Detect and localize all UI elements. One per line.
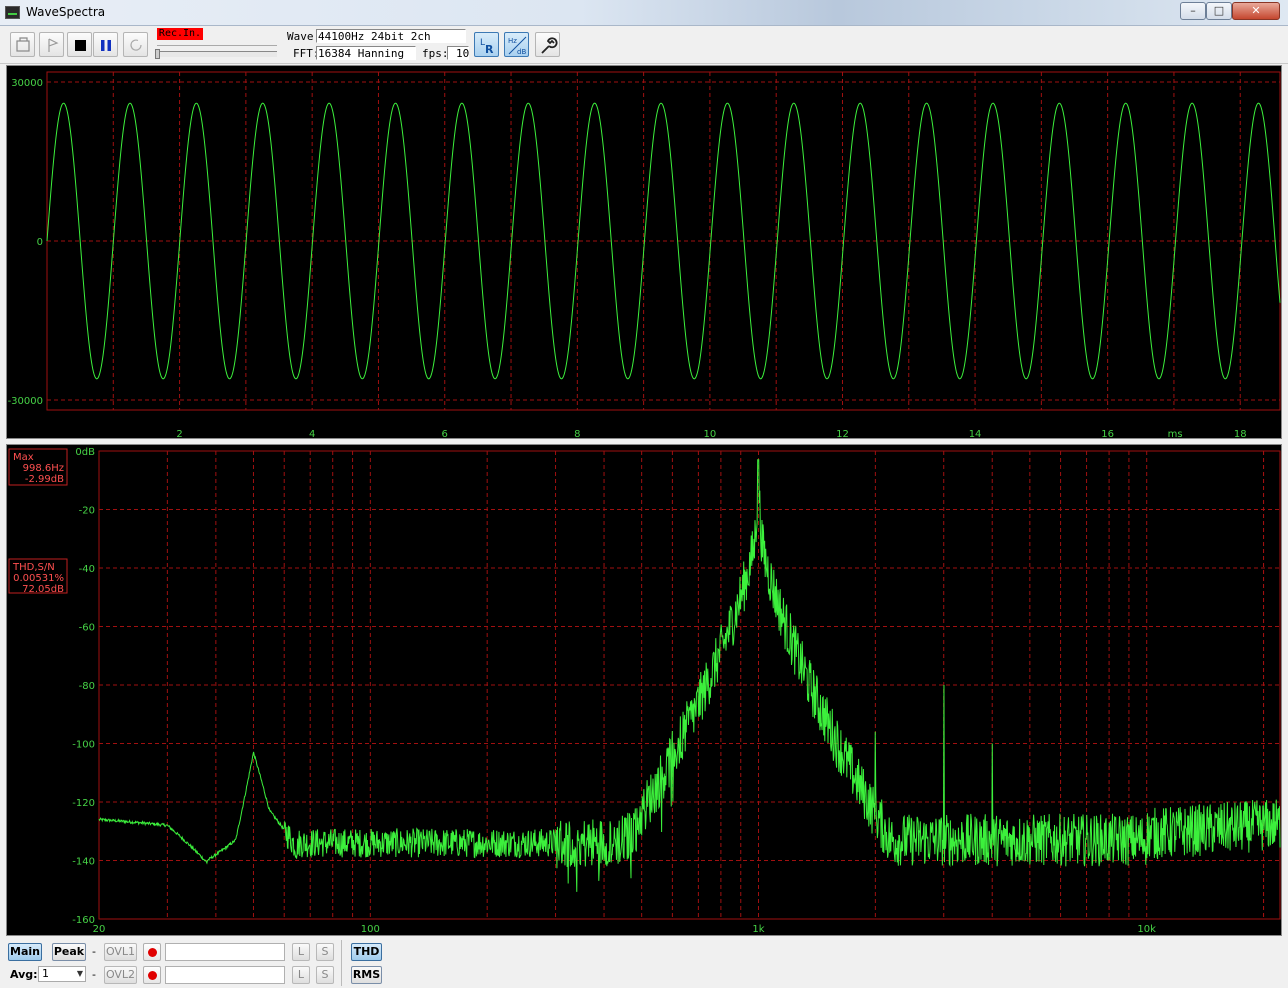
settings-button[interactable] <box>535 32 560 57</box>
main-button[interactable]: Main <box>8 943 42 961</box>
input-level-meter <box>157 45 277 46</box>
spectrum-y-tick-label: 0dB <box>75 447 95 458</box>
avg-value: 1 <box>42 967 49 980</box>
spectrum-x-tick-label: 10k <box>1137 924 1156 935</box>
thd-button[interactable]: THD <box>351 943 382 961</box>
bottom-bar: Main Peak - OVL1 L S Avg: 1 - OVL2 L S T… <box>0 938 1288 988</box>
waveform-y-tick-label: -30000 <box>8 396 43 407</box>
thd-readout-box-line: 0.00531% <box>13 573 64 584</box>
settings-wrench-icon <box>541 37 558 54</box>
title-bar: WaveSpectra – □ ✕ <box>0 0 1288 26</box>
bottom-divider <box>341 940 342 986</box>
fps-value: 10 <box>456 47 470 60</box>
lr-channel-button[interactable]: L R <box>474 32 499 57</box>
loop-icon <box>130 39 142 51</box>
waveform-x-tick-label: 8 <box>574 429 580 438</box>
window-title: WaveSpectra <box>26 5 106 19</box>
spectrum-plot: 20 100 1k 10k0dB-20-40-60-80-100-120-140-16… <box>8 447 1281 935</box>
spectrum-y-tick-label: -120 <box>72 798 95 809</box>
minimize-button[interactable]: – <box>1180 2 1206 20</box>
ovl1-record-icon[interactable] <box>143 943 161 961</box>
spectrum-y-tick-label: -20 <box>79 506 95 517</box>
spectrum-panel[interactable]: 20 100 1k 10k 0dB -20 -40 -60 -80 -100 -120 -140 -16… <box>6 444 1282 936</box>
waveform-x-tick-label: 2 <box>176 429 182 438</box>
waveform-y-tick-label: 30000 <box>11 78 43 89</box>
wavespectra-window: WaveSpectra – □ ✕ Rec.In. Wave: 44100Hz … <box>0 0 1288 988</box>
fps-label: fps: <box>422 47 449 60</box>
input-level-thumb[interactable] <box>155 49 160 59</box>
ovl2-save-button[interactable]: S <box>316 966 334 984</box>
open-file-icon <box>16 37 30 52</box>
max-readout-box-line: 998.6Hz <box>23 463 64 474</box>
ovl1-name-input[interactable] <box>165 943 285 961</box>
thd-readout-box-line: 72.05dB <box>22 584 64 595</box>
waveform-x-tick-label: 10 <box>704 429 717 438</box>
spectrum-trace <box>98 459 1281 892</box>
max-readout-box-line: -2.99dB <box>25 474 64 485</box>
pause-icon <box>101 40 111 51</box>
spectrum-y-tick-label: -100 <box>72 740 95 751</box>
waveform-x-tick-label: 4 <box>309 429 315 438</box>
waveform-x-unit: ms <box>1168 429 1183 438</box>
waveform-x-tick-label: 18 <box>1234 429 1247 438</box>
waveform-x-tick-label: 6 <box>442 429 448 438</box>
loop-button[interactable] <box>123 32 148 57</box>
waveform-panel[interactable]: 2 4 6 8 10 12 14 16 18 ms 30000 0 -30000 <box>6 65 1282 440</box>
spectrum-y-tick-label: -80 <box>79 681 95 692</box>
waveform-x-tick-label: 16 <box>1101 429 1114 438</box>
rms-button[interactable]: RMS <box>351 966 382 984</box>
waveform-x-tick-label: 12 <box>836 429 849 438</box>
open-file-button[interactable] <box>10 32 35 57</box>
stop-button[interactable] <box>67 32 92 57</box>
waveform-x-tick-label: 14 <box>969 429 982 438</box>
ovl2-load-button[interactable]: L <box>292 966 310 984</box>
ovl2-name-input[interactable] <box>165 966 285 984</box>
thd-readout-box-line: THD,S/N <box>12 562 55 573</box>
wave-format-value: 44100Hz 24bit 2ch <box>318 30 431 43</box>
spectrum-y-tick-label: -40 <box>79 564 95 575</box>
svg-text:dB: dB <box>517 48 526 56</box>
hz-db-scale-icon: Hz dB <box>508 36 526 56</box>
ovl1-load-button[interactable]: L <box>292 943 310 961</box>
avg-select[interactable]: 1 <box>38 966 86 982</box>
fft-setting-field: 16384 Hanning <box>316 46 416 60</box>
hz-db-scale-button[interactable]: Hz dB <box>504 32 529 57</box>
play-button[interactable] <box>39 32 64 57</box>
maximize-button[interactable]: □ <box>1206 2 1232 20</box>
spectrum-x-tick-label: 100 <box>361 924 380 935</box>
dash-separator-2: - <box>92 968 96 981</box>
spectrum-x-tick-label: 1k <box>752 924 764 935</box>
avg-label: Avg: <box>10 968 38 981</box>
fps-field: 10 <box>447 46 469 60</box>
pause-button[interactable] <box>93 32 118 57</box>
ovl2-button[interactable]: OVL2 <box>104 966 137 984</box>
dash-separator: - <box>92 945 96 958</box>
rec-input-badge[interactable]: Rec.In. <box>157 28 203 40</box>
peak-button[interactable]: Peak <box>52 943 86 961</box>
ovl1-button[interactable]: OVL1 <box>104 943 137 961</box>
max-readout-box-line: Max <box>13 452 34 463</box>
svg-text:Hz: Hz <box>508 37 517 45</box>
ovl2-record-icon[interactable] <box>143 966 161 984</box>
wave-format-field: 44100Hz 24bit 2ch <box>316 29 466 43</box>
svg-text:R: R <box>485 43 494 56</box>
spectrum-y-tick-label: -140 <box>72 857 95 868</box>
fft-setting-value: 16384 Hanning <box>318 47 405 60</box>
toolbar: Rec.In. Wave: 44100Hz 24bit 2ch FFT: 163… <box>0 27 1288 64</box>
waveform-y-tick-label: 0 <box>37 237 43 248</box>
ovl1-save-button[interactable]: S <box>316 943 334 961</box>
stop-icon <box>75 40 86 51</box>
play-icon <box>48 38 59 52</box>
waveform-plot: 2 4 6 8 10 12 14 16 18 ms 30000 0 -30000 <box>8 71 1281 440</box>
app-icon <box>5 6 20 19</box>
input-level-slider[interactable] <box>157 51 277 57</box>
close-button[interactable]: ✕ <box>1232 2 1280 20</box>
max-readout-box: Max998.6Hz-2.99dB <box>8 448 68 486</box>
spectrum-y-tick-label: -160 <box>72 915 95 926</box>
thd-readout-box: THD,S/N0.00531%72.05dB <box>8 558 68 595</box>
spectrum-y-tick-label: -60 <box>79 623 95 634</box>
lr-channel-icon: L R <box>480 38 494 56</box>
